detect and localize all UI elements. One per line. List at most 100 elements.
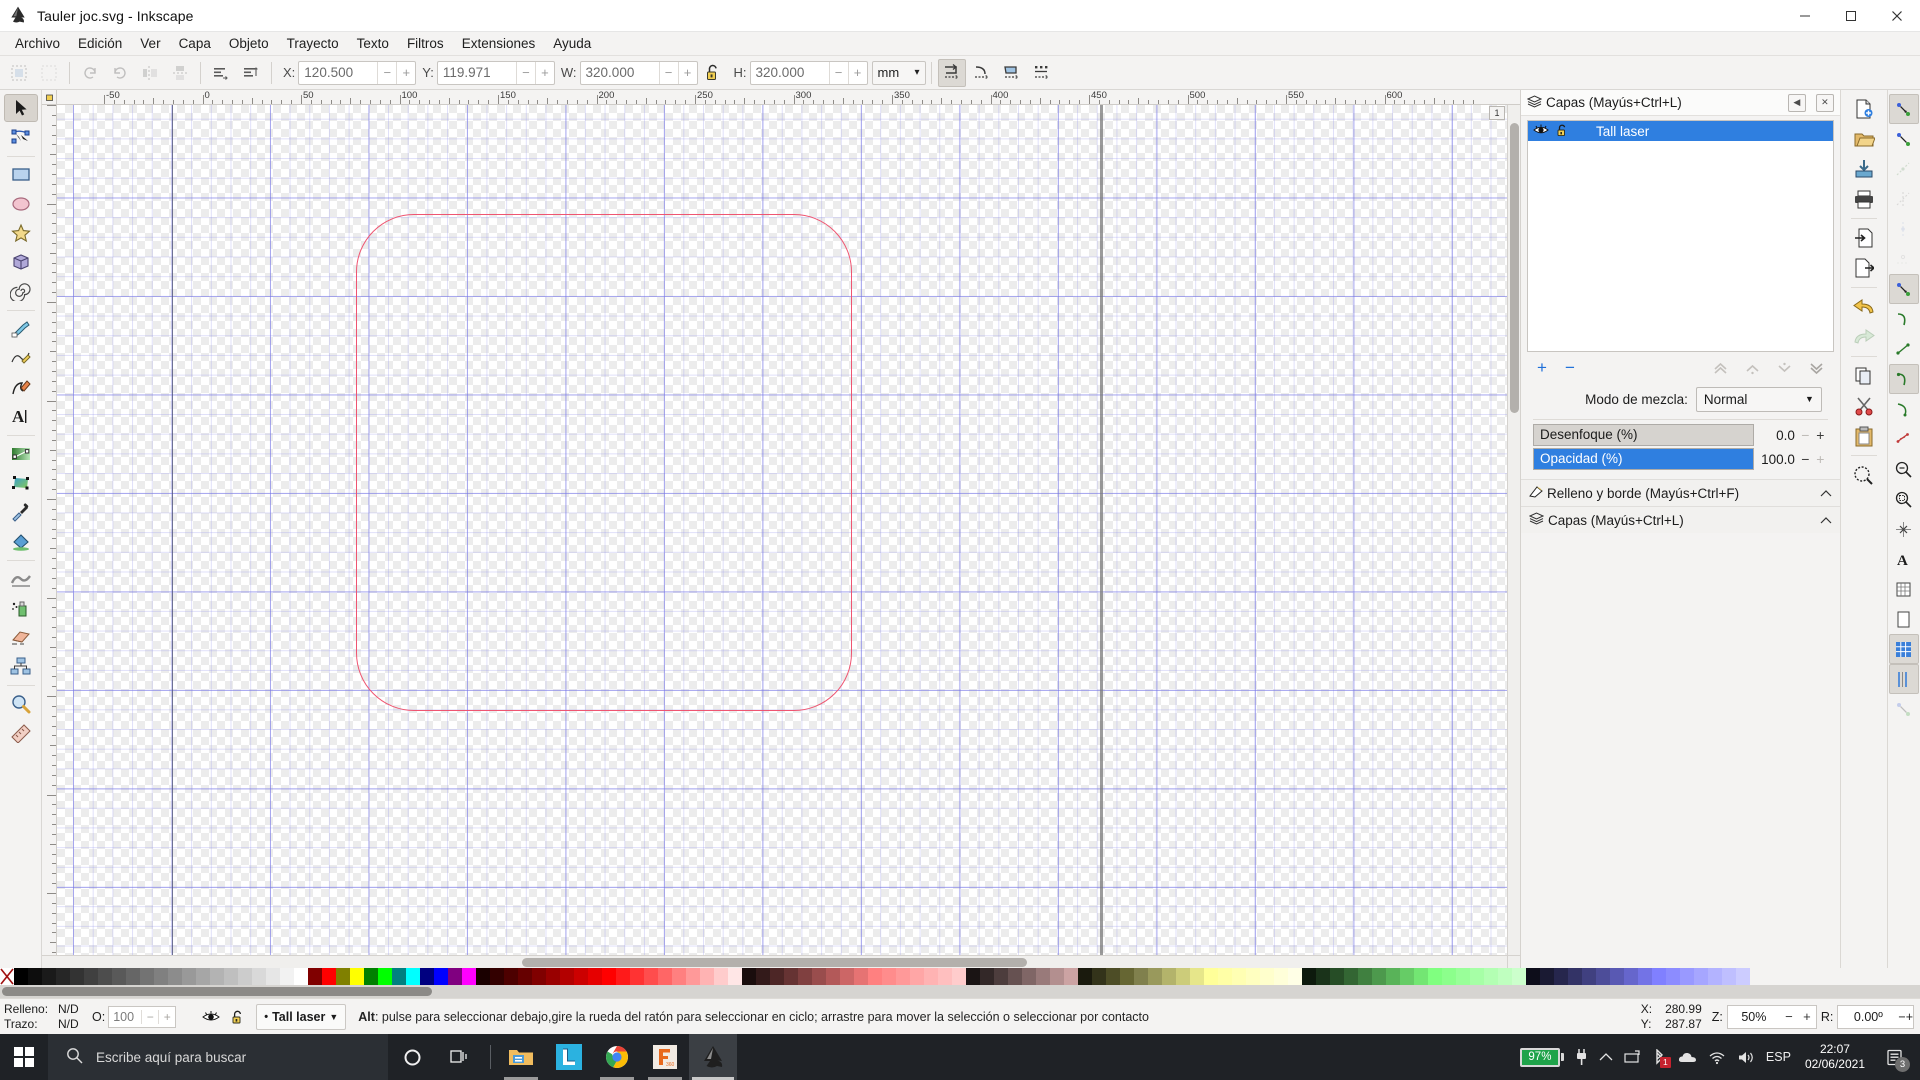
gradient-tool[interactable] xyxy=(4,440,38,468)
y-minus[interactable]: − xyxy=(515,61,535,84)
palette-swatch[interactable] xyxy=(462,968,476,985)
snap-node-icon[interactable] xyxy=(1889,124,1919,154)
blend-mode-select[interactable]: Normal ▼ xyxy=(1695,386,1822,412)
snap-path-edge-icon[interactable] xyxy=(1889,334,1919,364)
google-chrome-icon[interactable] xyxy=(593,1034,641,1080)
palette-swatch[interactable] xyxy=(1526,968,1540,985)
vertical-scrollbar[interactable] xyxy=(1507,105,1520,955)
palette-swatch[interactable] xyxy=(644,968,658,985)
palette-swatch[interactable] xyxy=(1414,968,1428,985)
opacity-minus-button[interactable]: − xyxy=(1798,451,1813,467)
vertical-scrollbar-thumb[interactable] xyxy=(1510,123,1519,413)
palette-swatch[interactable] xyxy=(1638,968,1652,985)
snap-expand-icon[interactable] xyxy=(1889,694,1919,724)
eye-open-icon[interactable] xyxy=(1533,124,1549,139)
file-explorer-icon[interactable] xyxy=(497,1034,545,1080)
blur-minus-button[interactable]: − xyxy=(1798,427,1813,443)
palette-swatch[interactable] xyxy=(1596,968,1610,985)
snap-guide-icon[interactable] xyxy=(1888,664,1919,694)
horizontal-ruler[interactable]: -50 0 50 100 150 200 250 300 350 400 450 500 550 600 xyxy=(57,90,1520,105)
snap-rotation-center-icon[interactable] xyxy=(1888,364,1919,394)
taskbar-clock[interactable]: 22:07 02/06/2021 xyxy=(1805,1042,1865,1072)
fusion360-icon[interactable]: 360 xyxy=(641,1034,689,1080)
palette-swatch[interactable] xyxy=(1274,968,1288,985)
palette-swatch[interactable] xyxy=(966,968,980,985)
palette-swatch[interactable] xyxy=(1134,968,1148,985)
rotate-ccw-icon[interactable] xyxy=(76,59,104,87)
palette-swatch[interactable] xyxy=(56,968,70,985)
chevron-up-icon[interactable] xyxy=(1599,1052,1613,1062)
snap-path-icon[interactable] xyxy=(1889,154,1919,184)
palette-swatch[interactable] xyxy=(1428,968,1442,985)
snap-bounding-box-icon[interactable] xyxy=(937,58,966,87)
palette-swatch[interactable] xyxy=(1694,968,1708,985)
no-color-swatch[interactable] xyxy=(0,968,14,985)
flip-horizontal-icon[interactable] xyxy=(136,59,164,87)
mesh-gradient-tool[interactable] xyxy=(4,469,38,497)
palette-swatch[interactable] xyxy=(1288,968,1302,985)
deselect-icon[interactable] xyxy=(35,59,63,87)
palette-swatch[interactable] xyxy=(322,968,336,985)
lock-open-icon[interactable] xyxy=(1555,123,1569,140)
snap-grid-icon[interactable] xyxy=(1888,634,1919,664)
menu-objeto[interactable]: Objeto xyxy=(220,34,278,53)
palette-swatch[interactable] xyxy=(378,968,392,985)
palette-swatch[interactable] xyxy=(476,968,490,985)
palette-swatch[interactable] xyxy=(98,968,112,985)
print-document-icon[interactable] xyxy=(1849,184,1879,214)
palette-swatch[interactable] xyxy=(70,968,84,985)
snap-center-icon[interactable] xyxy=(1889,514,1919,544)
palette-swatch[interactable] xyxy=(658,968,672,985)
box3d-tool[interactable] xyxy=(4,248,38,276)
text-tool[interactable]: A xyxy=(4,402,38,430)
palette-swatch[interactable] xyxy=(1666,968,1680,985)
snap-cusp-node-icon[interactable] xyxy=(1889,214,1919,244)
palette-swatch[interactable] xyxy=(518,968,532,985)
layer-lock-toggle[interactable] xyxy=(224,1009,250,1025)
menu-archivo[interactable]: Archivo xyxy=(6,34,69,53)
rotation-plus-button[interactable]: + xyxy=(1906,1010,1913,1024)
snap-text-anchor-icon[interactable]: A xyxy=(1889,544,1919,574)
palette-swatch[interactable] xyxy=(826,968,840,985)
w-input[interactable] xyxy=(580,61,659,84)
spray-tool[interactable] xyxy=(4,594,38,622)
rounded-rectangle-path[interactable] xyxy=(356,214,852,711)
palette-swatch[interactable] xyxy=(980,968,994,985)
palette-swatch[interactable] xyxy=(504,968,518,985)
chevron-up-icon[interactable] xyxy=(1820,513,1832,528)
star-tool[interactable] xyxy=(4,219,38,247)
palette-swatch[interactable] xyxy=(1736,968,1750,985)
h-minus[interactable]: − xyxy=(828,61,848,84)
palette-swatch[interactable] xyxy=(1708,968,1722,985)
palette-swatch[interactable] xyxy=(1344,968,1358,985)
palette-swatch[interactable] xyxy=(882,968,896,985)
rectangle-tool[interactable] xyxy=(4,161,38,189)
y-field[interactable]: − + xyxy=(436,60,555,85)
select-all-icon[interactable] xyxy=(5,59,33,87)
blur-slider[interactable]: Desenfoque (%) xyxy=(1533,424,1754,446)
palette-swatch[interactable] xyxy=(728,968,742,985)
palette-swatch[interactable] xyxy=(1456,968,1470,985)
power-plug-icon[interactable] xyxy=(1575,1048,1588,1066)
palette-swatch[interactable] xyxy=(1162,968,1176,985)
rotation-field[interactable]: 0.00º − + xyxy=(1837,1004,1914,1029)
snap-bbox-midpoint-icon[interactable] xyxy=(1028,59,1056,87)
palette-swatch[interactable] xyxy=(1442,968,1456,985)
pencil-tool[interactable] xyxy=(4,315,38,343)
palette-swatch[interactable] xyxy=(1470,968,1484,985)
speaker-icon[interactable] xyxy=(1737,1050,1755,1065)
vertical-ruler[interactable]: 0 50 100 150 200 250 300 350 400 xyxy=(42,105,57,955)
zoom-selection-icon[interactable] xyxy=(1849,460,1879,490)
palette-swatch[interactable] xyxy=(1624,968,1638,985)
palette-swatch[interactable] xyxy=(1064,968,1078,985)
close-button[interactable] xyxy=(1874,0,1920,32)
palette-swatch[interactable] xyxy=(700,968,714,985)
palette-swatch[interactable] xyxy=(1022,968,1036,985)
palette-swatch[interactable] xyxy=(294,968,308,985)
palette-swatch[interactable] xyxy=(448,968,462,985)
snap-grid-magnifier-icon[interactable] xyxy=(1889,454,1919,484)
palette-swatch[interactable] xyxy=(616,968,630,985)
calligraphy-tool[interactable] xyxy=(4,373,38,401)
zoom-minus-button[interactable]: − xyxy=(1780,1009,1798,1024)
palette-swatch[interactable] xyxy=(994,968,1008,985)
